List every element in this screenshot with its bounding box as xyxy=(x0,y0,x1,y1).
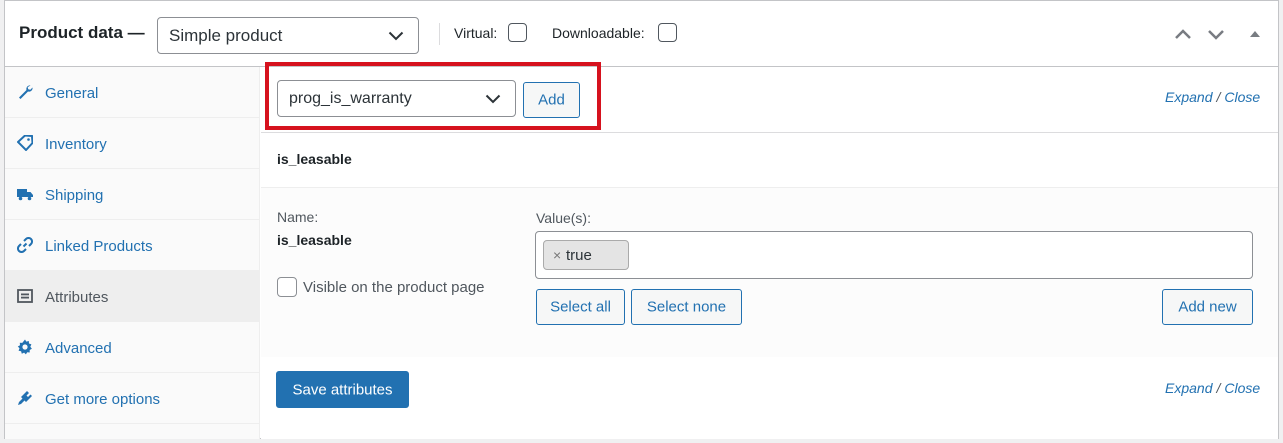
wrench-icon xyxy=(19,85,33,99)
virtual-checkbox[interactable] xyxy=(508,23,527,42)
separator: / xyxy=(1216,89,1221,105)
expand-close-bottom: Expand / Close xyxy=(1165,380,1260,396)
tab-general[interactable]: General xyxy=(5,67,260,118)
tab-get-more-options[interactable]: Get more options xyxy=(5,373,260,424)
tab-label: Shipping xyxy=(45,187,104,204)
tab-label: Advanced xyxy=(45,340,112,357)
header-divider xyxy=(439,23,440,45)
truck-icon xyxy=(17,189,33,201)
select-none-label: Select none xyxy=(646,298,727,316)
gear-icon xyxy=(17,339,32,355)
tag-icon xyxy=(17,135,33,151)
product-data-panel: Product data — Simple product Virtual: D… xyxy=(4,0,1279,439)
select-none-button[interactable]: Select none xyxy=(631,289,742,325)
chevron-down-icon xyxy=(485,94,501,103)
visible-label: Visible on the product page xyxy=(303,279,485,296)
tab-label: Attributes xyxy=(45,289,109,306)
tab-label: Get more options xyxy=(45,391,161,408)
select-all-label: Select all xyxy=(550,298,611,316)
tab-inventory[interactable]: Inventory xyxy=(5,118,260,169)
add-attribute-button[interactable]: Add xyxy=(523,82,580,118)
chevron-down-icon xyxy=(388,31,404,40)
save-attributes-button[interactable]: Save attributes xyxy=(276,371,409,408)
tab-advanced[interactable]: Advanced xyxy=(5,322,260,373)
select-all-button[interactable]: Select all xyxy=(536,289,625,325)
panel-title: Product data — xyxy=(19,23,145,42)
product-type-select[interactable]: Simple product xyxy=(157,17,419,54)
product-data-tabs: General Inventory Shipping Linked Produc… xyxy=(5,67,260,439)
add-new-button[interactable]: Add new xyxy=(1162,289,1253,325)
remove-chip-icon[interactable]: × xyxy=(553,247,561,263)
tab-label: Linked Products xyxy=(45,238,153,255)
attribute-item-body: Name: is_leasable Visible on the product… xyxy=(261,188,1278,357)
name-label: Name: xyxy=(277,209,319,225)
downloadable-label: Downloadable: xyxy=(552,25,645,41)
add-new-label: Add new xyxy=(1178,298,1237,316)
value-chip: × true xyxy=(543,240,629,270)
link-icon xyxy=(17,237,33,253)
separator: / xyxy=(1216,380,1221,396)
close-link[interactable]: Close xyxy=(1224,89,1260,105)
expand-close-top: Expand / Close xyxy=(1165,89,1260,105)
tab-attributes[interactable]: Attributes xyxy=(5,271,260,322)
tab-label: General xyxy=(45,85,99,102)
save-attributes-label: Save attributes xyxy=(292,381,393,398)
tab-linked-products[interactable]: Linked Products xyxy=(5,220,260,271)
move-up-icon[interactable] xyxy=(1173,25,1193,43)
attribute-item: is_leasable Name: is_leasable Visible on… xyxy=(261,132,1278,357)
attribute-item-header[interactable]: is_leasable xyxy=(261,133,1278,188)
visible-checkbox[interactable] xyxy=(277,277,297,297)
chip-label: true xyxy=(566,247,592,264)
tab-shipping[interactable]: Shipping xyxy=(5,169,260,220)
tab-label: Inventory xyxy=(45,136,107,153)
collapse-panel-icon[interactable] xyxy=(1245,25,1265,43)
attribute-select[interactable]: prog_is_warranty xyxy=(277,80,516,117)
downloadable-checkbox[interactable] xyxy=(658,23,677,42)
close-link[interactable]: Close xyxy=(1224,380,1260,396)
product-type-value: Simple product xyxy=(169,25,283,45)
name-value: is_leasable xyxy=(277,232,352,248)
virtual-label: Virtual: xyxy=(454,25,498,41)
add-button-label: Add xyxy=(538,91,565,109)
list-icon xyxy=(17,289,33,303)
move-down-icon[interactable] xyxy=(1206,25,1226,43)
product-data-header: Product data — Simple product Virtual: D… xyxy=(5,1,1278,67)
attributes-panel: prog_is_warranty Add Expand / Close is_lea… xyxy=(261,62,1278,439)
values-label: Value(s): xyxy=(536,210,591,226)
values-input[interactable]: × true xyxy=(535,231,1253,279)
expand-link[interactable]: Expand xyxy=(1165,380,1212,396)
expand-link[interactable]: Expand xyxy=(1165,89,1212,105)
plugin-icon xyxy=(18,391,32,405)
attribute-item-title: is_leasable xyxy=(277,151,352,167)
attribute-select-value: prog_is_warranty xyxy=(289,89,412,107)
